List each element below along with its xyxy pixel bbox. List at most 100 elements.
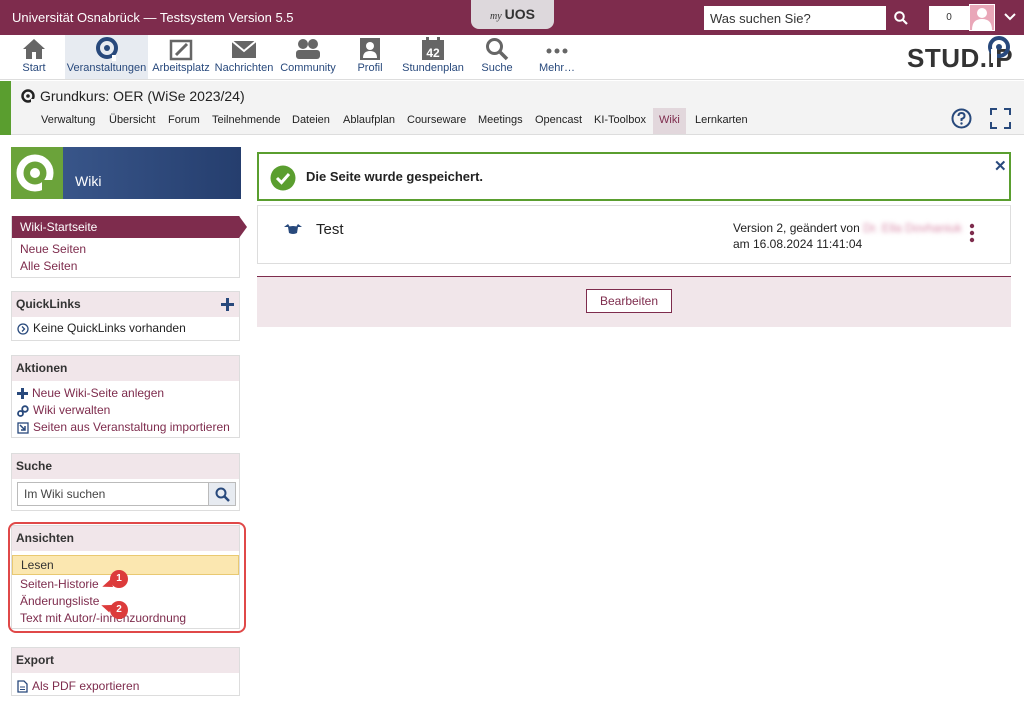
nav-profil[interactable]: Profil bbox=[350, 35, 390, 79]
fullscreen-icon[interactable] bbox=[990, 108, 1011, 129]
user-avatar[interactable] bbox=[969, 4, 995, 31]
sidebar-item-alle-seiten[interactable]: Alle Seiten bbox=[12, 258, 239, 275]
quicklinks-widget: QuickLinks Keine QuickLinks vorhanden bbox=[11, 291, 240, 341]
export-pdf[interactable]: Als PDF exportieren bbox=[12, 678, 239, 695]
nav-nachrichten[interactable]: Nachrichten bbox=[214, 35, 274, 79]
course-bar: Grundkurs: OER (WiSe 2023/24) Verwaltung… bbox=[0, 81, 1024, 135]
tab-meetings[interactable]: Meetings bbox=[472, 108, 529, 134]
more-icon bbox=[546, 48, 568, 54]
sidebar-item-neue-seiten[interactable]: Neue Seiten bbox=[12, 241, 239, 258]
action-import-pages[interactable]: Seiten aus Veranstaltung importieren bbox=[12, 419, 239, 436]
nav-start[interactable]: Start bbox=[12, 35, 56, 79]
tab-forum[interactable]: Forum bbox=[162, 108, 206, 134]
course-color-strip bbox=[0, 81, 11, 135]
actions-title: Aktionen bbox=[12, 356, 239, 381]
home-icon bbox=[23, 39, 45, 59]
search-icon bbox=[486, 38, 509, 61]
courses-icon bbox=[95, 37, 118, 61]
action-label: Wiki verwalten bbox=[33, 403, 111, 417]
quicklinks-empty: Keine QuickLinks vorhanden bbox=[12, 320, 239, 337]
top-bar: Universität Osnabrück — Testsystem Versi… bbox=[0, 0, 1024, 35]
help-icon[interactable] bbox=[951, 108, 972, 129]
myuos-logo[interactable]: my UOS bbox=[471, 0, 554, 29]
notification-counter[interactable]: 0 bbox=[929, 6, 969, 30]
pdf-file-icon bbox=[17, 680, 28, 693]
content-action-bar: Bearbeiten bbox=[257, 276, 1011, 327]
nav-label: Arbeitsplatz bbox=[152, 62, 210, 74]
tab-uebersicht[interactable]: Übersicht bbox=[103, 108, 161, 134]
actions-widget: Aktionen Neue Wiki-Seite anlegen Wiki ve… bbox=[11, 355, 240, 438]
nav-arbeitsplatz[interactable]: Arbeitsplatz bbox=[150, 35, 212, 79]
version-author[interactable]: Dr. Ella Dovhaniuk bbox=[863, 221, 962, 235]
action-label: Neue Wiki-Seite anlegen bbox=[32, 386, 165, 400]
add-icon[interactable] bbox=[221, 298, 234, 311]
tab-wiki[interactable]: Wiki bbox=[653, 108, 686, 134]
search-widget: Suche bbox=[11, 453, 240, 511]
wiki-logo-icon bbox=[16, 154, 56, 194]
nav-suche[interactable]: Suche bbox=[478, 35, 516, 79]
annotation-badge-2: 2 bbox=[110, 601, 128, 619]
global-search-input[interactable] bbox=[704, 6, 886, 30]
global-search-button[interactable] bbox=[886, 6, 916, 30]
nav-label: Start bbox=[22, 62, 46, 74]
wiki-search-button[interactable] bbox=[208, 482, 236, 506]
quicklinks-title: QuickLinks bbox=[12, 292, 239, 317]
nav-label: Mehr… bbox=[538, 62, 576, 74]
wiki-page-title: Test bbox=[316, 221, 344, 238]
import-icon bbox=[17, 421, 29, 434]
version-info: Version 2, geändert von Dr. Ella Dovhani… bbox=[733, 220, 962, 252]
profile-icon bbox=[360, 38, 380, 60]
nav-label: Stundenplan bbox=[402, 62, 464, 74]
tab-lernkarten[interactable]: Lernkarten bbox=[689, 108, 754, 134]
mail-icon bbox=[231, 40, 257, 58]
success-message-text: Die Seite wurde gespeichert. bbox=[306, 169, 484, 184]
action-manage-wiki[interactable]: Wiki verwalten bbox=[12, 402, 239, 419]
myuos-logo-my: my bbox=[489, 11, 502, 22]
circle-arrow-icon bbox=[17, 322, 29, 335]
system-title: Universität Osnabrück — Testsystem Versi… bbox=[12, 10, 294, 25]
wiki-page-header: Test Version 2, geändert von Dr. Ella Do… bbox=[257, 205, 1011, 264]
main-navigation: Start Veranstaltungen Arbeitsplatz Nachr… bbox=[0, 35, 1024, 80]
nav-community[interactable]: Community bbox=[278, 35, 338, 79]
nav-label: Suche bbox=[481, 62, 513, 74]
wiki-search-input[interactable] bbox=[17, 482, 209, 506]
studip-logo-ring-icon bbox=[988, 36, 1010, 63]
close-icon[interactable]: ✕ bbox=[994, 157, 1007, 175]
workplace-icon bbox=[169, 39, 193, 61]
tab-ablaufplan[interactable]: Ablaufplan bbox=[337, 108, 401, 134]
export-title: Export bbox=[12, 648, 239, 673]
search-icon bbox=[215, 487, 230, 502]
nav-stundenplan[interactable]: 42 Stundenplan bbox=[401, 35, 465, 79]
myuos-logo-uos: UOS bbox=[504, 6, 535, 22]
add-icon bbox=[17, 388, 28, 399]
tab-verwaltung[interactable]: Verwaltung bbox=[35, 108, 101, 134]
schedule-icon-number: 42 bbox=[426, 46, 440, 60]
sidebar-header-title: Wiki bbox=[75, 173, 102, 189]
user-icon bbox=[972, 8, 992, 30]
quicklinks-empty-text: Keine QuickLinks vorhanden bbox=[33, 321, 186, 335]
nav-label: Community bbox=[280, 62, 336, 74]
tab-courseware[interactable]: Courseware bbox=[401, 108, 472, 134]
action-new-wiki-page[interactable]: Neue Wiki-Seite anlegen bbox=[12, 385, 239, 402]
tab-teilnehmende[interactable]: Teilnehmende bbox=[206, 108, 287, 134]
nav-mehr[interactable]: Mehr… bbox=[536, 35, 578, 79]
course-icon bbox=[21, 89, 35, 104]
sidebar-item-wiki-startseite[interactable]: Wiki-Startseite bbox=[12, 216, 247, 238]
wiki-page-icon bbox=[284, 224, 302, 234]
sidebar-navigation: Wiki-Startseite Neue Seiten Alle Seiten bbox=[11, 216, 247, 278]
more-actions-icon[interactable] bbox=[969, 223, 975, 243]
course-title: Grundkurs: OER (WiSe 2023/24) bbox=[40, 88, 245, 104]
tab-dateien[interactable]: Dateien bbox=[286, 108, 336, 134]
tab-opencast[interactable]: Opencast bbox=[529, 108, 588, 134]
export-widget: Export Als PDF exportieren bbox=[11, 647, 240, 696]
success-message: Die Seite wurde gespeichert. ✕ bbox=[257, 152, 1011, 201]
version-date: am 16.08.2024 11:41:04 bbox=[733, 237, 863, 251]
nav-veranstaltungen[interactable]: Veranstaltungen bbox=[65, 35, 148, 79]
edit-button[interactable]: Bearbeiten bbox=[586, 289, 672, 313]
tab-ki-toolbox[interactable]: KI-Toolbox bbox=[588, 108, 652, 134]
sidebar-header: Wiki bbox=[11, 147, 241, 199]
checkmark-circle-icon bbox=[270, 165, 296, 191]
action-label: Seiten aus Veranstaltung importieren bbox=[33, 420, 230, 434]
sidebar-header-image bbox=[11, 147, 63, 199]
chevron-down-icon[interactable] bbox=[1003, 11, 1017, 23]
